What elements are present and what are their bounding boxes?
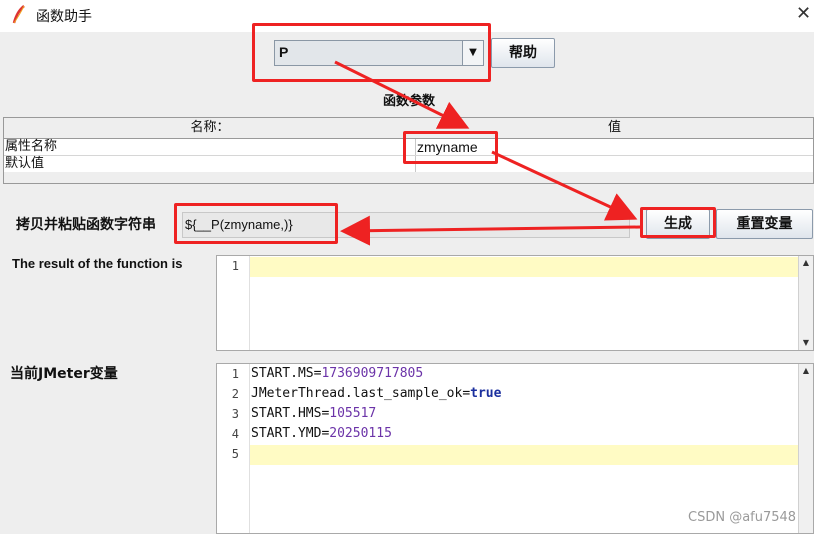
watermark: CSDN @afu7548 xyxy=(688,510,797,525)
annotation-arrows xyxy=(334,60,641,246)
arrow-generate-to-string xyxy=(340,215,641,246)
arrow-select-to-param xyxy=(334,60,470,129)
arrow-param-to-generate xyxy=(491,150,638,221)
